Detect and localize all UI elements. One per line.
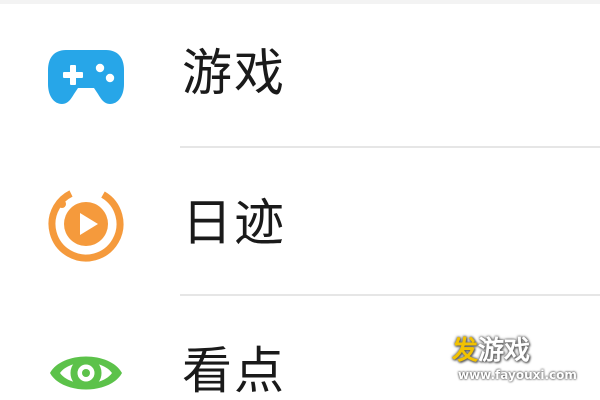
watermark-url: www.fayouxi.com [458,368,577,382]
menu-item-games[interactable]: 游戏 [0,0,600,148]
site-watermark: 发游戏 www.fayouxi.com [452,338,582,390]
eye-icon [44,329,128,400]
watermark-brand-accent: 发 [452,336,479,366]
menu-item-moments-label: 日迹 [182,194,286,252]
menu-item-games-label: 游戏 [182,44,286,102]
gamepad-icon [44,32,128,116]
menu-item-moments[interactable]: 日迹 [0,148,600,296]
app-menu-list: 游戏 日迹 看点 发游戏 www.fayouxi.com [0,0,600,400]
video-moments-icon [44,182,128,266]
watermark-brand-rest: 游戏 [478,336,531,366]
menu-item-watch-label: 看点 [182,342,286,400]
watermark-brand: 发游戏 [452,338,530,364]
